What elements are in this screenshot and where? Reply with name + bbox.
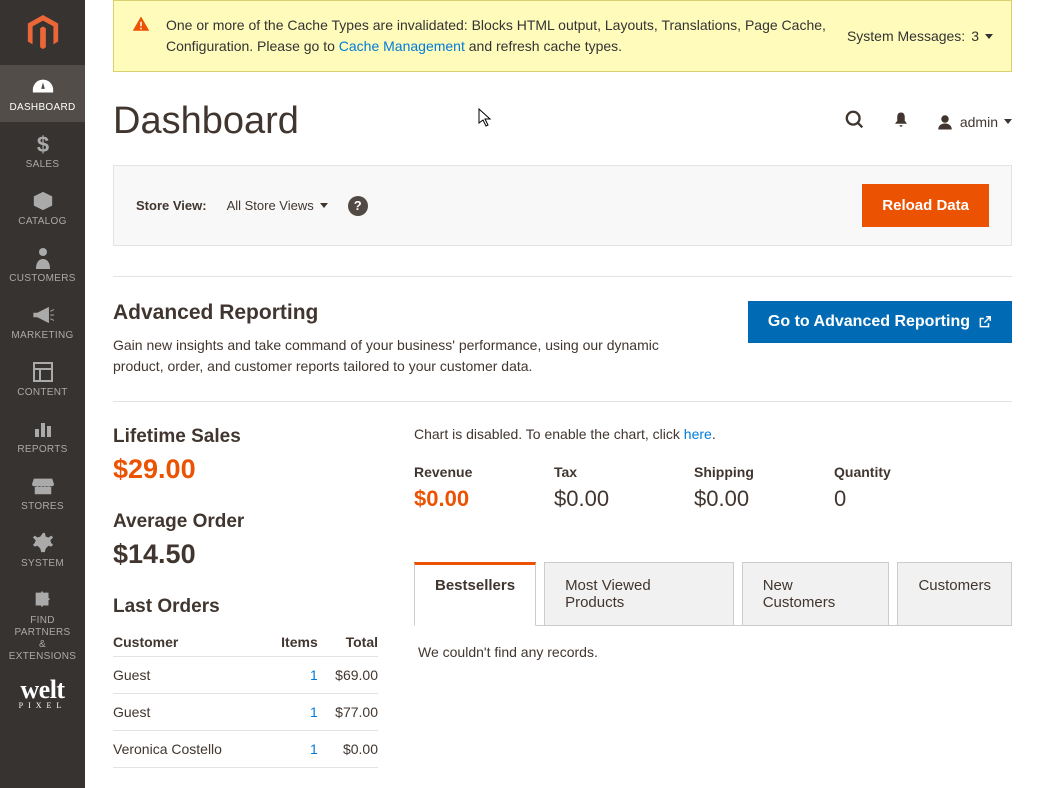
table-row[interactable]: Guest1$69.00	[113, 657, 378, 694]
tab-most-viewed-products[interactable]: Most Viewed Products	[544, 562, 734, 626]
chevron-down-icon	[320, 203, 328, 208]
chart-disabled-note: Chart is disabled. To enable the chart, …	[414, 426, 1012, 442]
col-total: Total	[318, 628, 378, 657]
nav-label: CONTENT	[17, 387, 67, 399]
box-icon	[31, 189, 55, 213]
layout-icon	[31, 360, 55, 384]
nav-marketing[interactable]: MARKETING	[0, 293, 85, 350]
cell-items[interactable]: 1	[266, 694, 317, 731]
notifications-icon[interactable]	[892, 111, 910, 132]
megaphone-icon	[31, 303, 55, 327]
metric-quantity: Quantity 0	[834, 464, 934, 512]
cache-management-link[interactable]: Cache Management	[339, 38, 465, 54]
welt-pixel-logo: welt PIXEL	[19, 675, 67, 710]
tab-bestsellers[interactable]: Bestsellers	[414, 562, 536, 626]
search-icon[interactable]	[844, 109, 866, 134]
nav-label: REPORTS	[17, 444, 67, 456]
chevron-down-icon	[1004, 119, 1012, 124]
average-order-value: $14.50	[113, 539, 378, 570]
metric-label: Shipping	[694, 464, 794, 480]
nav-system[interactable]: SYSTEM	[0, 521, 85, 578]
metric-label: Revenue	[414, 464, 514, 480]
metric-value: 0	[834, 486, 934, 512]
nav-label: CATALOG	[18, 216, 66, 228]
metric-label: Quantity	[834, 464, 934, 480]
last-orders-table: Customer Items Total Guest1$69.00Guest1$…	[113, 628, 378, 768]
bars-icon	[31, 417, 55, 441]
tab-new-customers[interactable]: New Customers	[742, 562, 890, 626]
metric-label: Tax	[554, 464, 654, 480]
store-view-label: Store View:	[136, 198, 207, 213]
magento-logo[interactable]	[0, 0, 85, 65]
nav-find[interactable]: FIND PARTNERS& EXTENSIONS	[0, 578, 85, 671]
lifetime-sales-value: $29.00	[113, 454, 378, 485]
help-icon[interactable]: ?	[348, 196, 368, 216]
store-view-bar: Store View: All Store Views ? Reload Dat…	[113, 165, 1012, 246]
last-orders-title: Last Orders	[113, 596, 378, 618]
nav-label: STORES	[21, 501, 64, 513]
cell-customer: Guest	[113, 657, 266, 694]
page-title: Dashboard	[113, 100, 299, 143]
gear-icon	[31, 531, 55, 555]
system-message-text: One or more of the Cache Types are inval…	[166, 15, 829, 57]
store-view-select[interactable]: All Store Views	[227, 198, 328, 213]
tab-customers[interactable]: Customers	[897, 562, 1012, 626]
metric-revenue: Revenue $0.00	[414, 464, 514, 512]
cell-total: $77.00	[318, 694, 378, 731]
lifetime-sales-label: Lifetime Sales	[113, 426, 378, 448]
dollar-icon: $	[31, 132, 55, 156]
cell-items[interactable]: 1	[266, 731, 317, 768]
gauge-icon	[31, 75, 55, 99]
table-row[interactable]: Guest1$77.00	[113, 694, 378, 731]
person-icon	[31, 246, 55, 270]
advanced-reporting-button[interactable]: Go to Advanced Reporting	[748, 301, 1012, 343]
metric-value: $0.00	[694, 486, 794, 512]
nav-stores[interactable]: STORES	[0, 464, 85, 521]
store-icon	[31, 474, 55, 498]
nav-label: CUSTOMERS	[9, 273, 75, 285]
metric-tax: Tax $0.00	[554, 464, 654, 512]
col-items: Items	[266, 628, 317, 657]
nav-label: MARKETING	[11, 330, 73, 342]
nav-label: SALES	[26, 159, 60, 171]
nav-sales[interactable]: $ SALES	[0, 122, 85, 179]
reload-data-button[interactable]: Reload Data	[862, 184, 989, 227]
nav-label: FIND PARTNERS& EXTENSIONS	[4, 615, 81, 663]
sidebar: DASHBOARD $ SALES CATALOG CUSTOMERS MARKETING…	[0, 0, 85, 788]
cell-customer: Veronica Costello	[113, 731, 266, 768]
advanced-reporting-desc: Gain new insights and take command of yo…	[113, 335, 693, 377]
system-message-bar: One or more of the Cache Types are inval…	[113, 0, 1012, 72]
cell-items[interactable]: 1	[266, 657, 317, 694]
warning-icon	[132, 15, 150, 36]
nav-dashboard[interactable]: DASHBOARD	[0, 65, 85, 122]
nav-reports[interactable]: REPORTS	[0, 407, 85, 464]
nav-customers[interactable]: CUSTOMERS	[0, 236, 85, 293]
metric-value: $0.00	[554, 486, 654, 512]
nav-content[interactable]: CONTENT	[0, 350, 85, 407]
cell-total: $0.00	[318, 731, 378, 768]
tab-content-empty: We couldn't find any records.	[414, 626, 1012, 678]
table-row[interactable]: Veronica Costello1$0.00	[113, 731, 378, 768]
chevron-down-icon	[985, 34, 993, 39]
metric-shipping: Shipping $0.00	[694, 464, 794, 512]
nav-catalog[interactable]: CATALOG	[0, 179, 85, 236]
dashboard-tabs: BestsellersMost Viewed ProductsNew Custo…	[414, 562, 1012, 626]
nav-label: DASHBOARD	[9, 102, 75, 114]
nav-label: SYSTEM	[21, 558, 64, 570]
svg-text:$: $	[36, 132, 48, 156]
advanced-reporting-title: Advanced Reporting	[113, 301, 693, 325]
puzzle-icon	[31, 588, 55, 612]
enable-chart-link[interactable]: here	[684, 426, 712, 442]
col-customer: Customer	[113, 628, 266, 657]
average-order-label: Average Order	[113, 511, 378, 533]
admin-user-menu[interactable]: admin	[936, 113, 1012, 131]
metric-value: $0.00	[414, 486, 514, 512]
external-link-icon	[978, 315, 992, 329]
system-messages-toggle[interactable]: System Messages: 3	[847, 15, 993, 57]
cell-total: $69.00	[318, 657, 378, 694]
main-content: One or more of the Cache Types are inval…	[85, 0, 1040, 788]
cell-customer: Guest	[113, 694, 266, 731]
